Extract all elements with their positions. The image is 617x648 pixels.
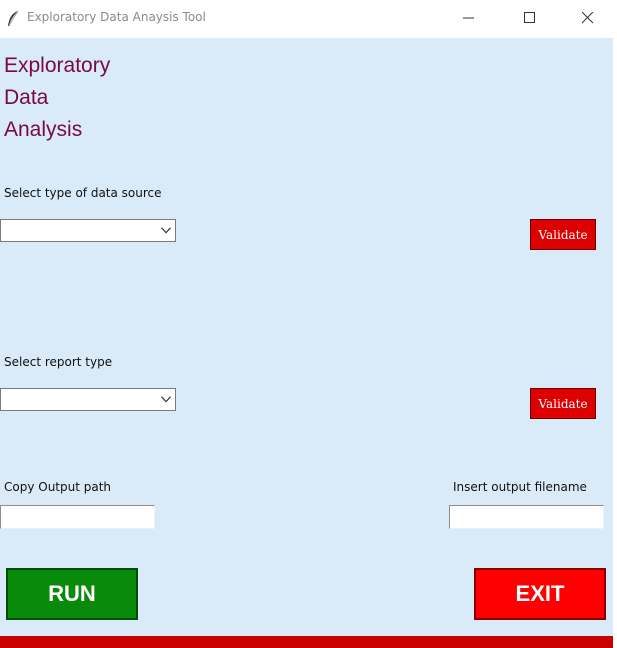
validate-report-type-button[interactable]: Validate [530, 388, 596, 419]
maximize-button[interactable] [507, 0, 553, 36]
report-type-label: Select report type [4, 355, 113, 369]
close-button[interactable] [565, 0, 611, 36]
data-source-label: Select type of data source [4, 186, 162, 200]
close-icon [582, 12, 594, 24]
main-panel: Exploratory Data Analysis Select type of… [0, 38, 613, 636]
feather-icon [6, 10, 20, 28]
report-type-dropdown[interactable] [0, 388, 176, 411]
exit-button[interactable]: EXIT [474, 568, 606, 620]
title-bar[interactable]: Exploratory Data Anaysis Tool [0, 0, 617, 38]
minimize-button[interactable] [446, 0, 492, 36]
heading-line-2: Data [4, 86, 49, 109]
chevron-down-icon [161, 396, 171, 403]
chevron-down-icon [161, 227, 171, 234]
app-heading: Exploratory Data Analysis [4, 50, 164, 146]
data-source-dropdown[interactable] [0, 219, 176, 242]
validate-data-source-button[interactable]: Validate [530, 219, 596, 250]
heading-line-3: Analysis [4, 118, 83, 141]
run-button[interactable]: RUN [6, 568, 138, 620]
window-title: Exploratory Data Anaysis Tool [27, 10, 206, 24]
footer-bar [0, 636, 613, 648]
window-edge [613, 38, 617, 648]
heading-line-1: Exploratory [4, 54, 111, 77]
output-path-input[interactable] [0, 505, 155, 529]
output-path-label: Copy Output path [4, 480, 112, 494]
output-filename-label: Insert output filename [453, 480, 587, 494]
minimize-icon [463, 17, 474, 19]
output-filename-input[interactable] [449, 505, 604, 529]
maximize-icon [524, 12, 535, 23]
